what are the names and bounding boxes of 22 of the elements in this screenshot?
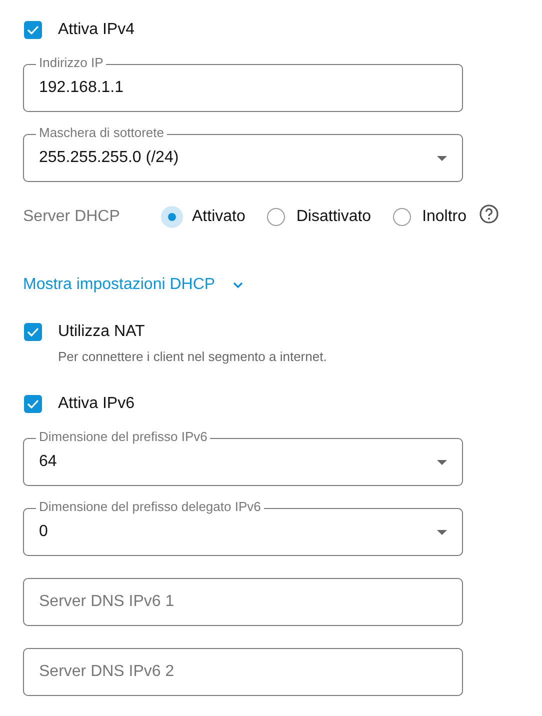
checkbox[interactable]: [24, 21, 42, 39]
field-label: Dimensione del prefisso IPv6: [36, 429, 210, 445]
checkbox[interactable]: [24, 395, 42, 413]
checkbox-label: Attiva IPv6: [58, 395, 134, 413]
radio-option[interactable]: Inoltro: [393, 208, 467, 226]
field-label: Dimensione del prefisso delegato IPv6: [36, 499, 264, 515]
input-field[interactable]: Server DNS IPv6 1: [23, 578, 463, 626]
check-icon: [27, 327, 39, 337]
checkbox-label: Utilizza NAT: [58, 323, 145, 341]
caret-icon: [437, 156, 447, 160]
field-label: Server DHCP: [23, 208, 121, 226]
description-text: Per connettere i client nel segmento a internet.: [58, 349, 328, 364]
caret-icon: [437, 530, 447, 534]
checkbox[interactable]: [24, 323, 42, 341]
caret-icon: [437, 460, 447, 464]
help-icon[interactable]: [478, 204, 499, 224]
radio-option[interactable]: Attivato: [163, 206, 246, 228]
checkbox-label: Attiva IPv4: [58, 21, 134, 39]
input-field[interactable]: Server DNS IPv6 2: [23, 648, 463, 696]
check-icon: [27, 25, 39, 35]
radio-option[interactable]: Disattivato: [267, 208, 372, 226]
check-icon: [27, 399, 39, 409]
